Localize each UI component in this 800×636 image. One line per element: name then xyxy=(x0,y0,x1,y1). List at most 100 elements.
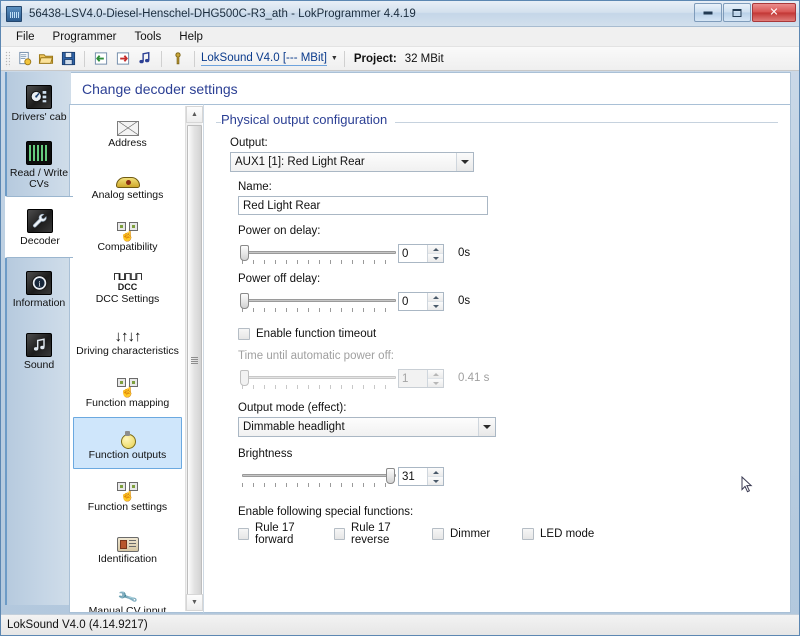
specials-row: Rule 17 forward Rule 17 reverse Dimmer L… xyxy=(238,522,778,546)
brightness-slider[interactable] xyxy=(238,466,398,492)
nav-item-function-mapping[interactable]: ☝ Function mapping xyxy=(73,365,182,417)
id-card-icon xyxy=(116,530,139,552)
nav-item-compatibility[interactable]: ☝ Compatibility xyxy=(73,209,182,261)
scroll-down-button[interactable]: ▼ xyxy=(186,594,203,611)
nav-item-manual-cv-input[interactable]: 🔧 Manual CV input xyxy=(73,573,182,613)
sound-transfer-icon[interactable] xyxy=(135,49,155,69)
menu-bar: File Programmer Tools Help xyxy=(1,27,799,47)
nav-item-driving-characteristics[interactable]: ↓↑↓↑ Driving characteristics xyxy=(73,313,182,365)
specials-label: Enable following special functions: xyxy=(238,506,414,518)
function-timeout-checkbox-row[interactable]: Enable function timeout xyxy=(238,328,778,340)
music-note-icon xyxy=(25,332,53,358)
settings-wrench-icon[interactable] xyxy=(168,49,188,69)
new-file-icon[interactable] xyxy=(14,49,34,69)
led-mode-checkbox-row[interactable]: LED mode xyxy=(522,522,594,546)
nav-item-address[interactable]: Address xyxy=(73,105,182,157)
power-on-delay-unit: 0s xyxy=(458,247,471,259)
brightness-spinner[interactable]: 31 xyxy=(398,467,444,486)
sidebar-item-information[interactable]: i Information xyxy=(7,258,71,320)
scroll-thumb[interactable] xyxy=(187,125,202,595)
power-off-delay-label: Power off delay: xyxy=(238,273,321,285)
dimmer-checkbox[interactable] xyxy=(432,528,444,540)
toolbar-grip[interactable] xyxy=(5,50,10,67)
auto-power-off-unit: 0.41 s xyxy=(458,372,490,384)
close-button[interactable]: ✕ xyxy=(752,3,796,22)
nav-item-identification[interactable]: Identification xyxy=(73,521,182,573)
toolbar-separator-2 xyxy=(161,50,162,67)
auto-power-off-value: 1 xyxy=(402,372,409,385)
name-label: Name: xyxy=(238,181,272,193)
spinner-up-button[interactable] xyxy=(428,468,443,476)
power-on-delay-slider[interactable] xyxy=(238,243,398,269)
project-value: 32 MBit xyxy=(404,52,444,65)
spinner-down-button[interactable] xyxy=(428,476,443,485)
toolbar: LokSound V4.0 [--- MBit] ▼ Project: 32 M… xyxy=(1,47,799,71)
menu-help[interactable]: Help xyxy=(170,29,212,45)
dimmer-label: Dimmer xyxy=(450,528,491,540)
status-text: LokSound V4.0 (4.14.9217) xyxy=(7,619,148,631)
menu-programmer[interactable]: Programmer xyxy=(44,29,126,45)
decoder-type-link[interactable]: LokSound V4.0 [--- MBit] xyxy=(201,52,327,66)
potentiometer-icon xyxy=(115,166,140,188)
nav-item-dcc-settings[interactable]: ⊓⊔⊓⊔⊓ DCC DCC Settings xyxy=(73,261,182,313)
power-on-delay-row: 0 0s xyxy=(238,240,778,269)
page-header-strip: Change decoder settings xyxy=(69,72,791,104)
sidebar-label-decoder: Decoder xyxy=(20,234,60,247)
minimize-button[interactable] xyxy=(694,3,722,22)
slider-ticks xyxy=(242,385,396,389)
output-mode-value: Dimmable headlight xyxy=(243,421,345,433)
spinner-buttons xyxy=(427,245,443,262)
rule17-reverse-checkbox-row[interactable]: Rule 17 reverse xyxy=(334,522,424,546)
output-select[interactable]: AUX1 [1]: Red Light Rear xyxy=(230,152,474,172)
function-timeout-checkbox[interactable] xyxy=(238,328,250,340)
spinner-down-button[interactable] xyxy=(428,301,443,310)
dimmer-checkbox-row[interactable]: Dimmer xyxy=(432,522,522,546)
spinner-up-button[interactable] xyxy=(428,245,443,253)
sidebar-item-read-write-cvs[interactable]: Read / Write CVs xyxy=(7,134,71,196)
output-mode-label: Output mode (effect): xyxy=(238,402,347,414)
nav-label-analog-settings: Analog settings xyxy=(91,188,164,201)
power-off-delay-value: 0 xyxy=(402,295,409,308)
power-off-delay-slider[interactable] xyxy=(238,291,398,317)
rule17-forward-checkbox-row[interactable]: Rule 17 forward xyxy=(238,522,328,546)
lightbulb-icon xyxy=(121,426,136,449)
nav-scrollbar[interactable]: ▲ ▼ xyxy=(185,106,203,611)
nav-label-address: Address xyxy=(108,136,147,149)
slider-thumb[interactable] xyxy=(240,245,249,261)
menu-file[interactable]: File xyxy=(7,29,44,45)
write-decoder-icon[interactable] xyxy=(113,49,133,69)
groupbox-title: Physical output configuration xyxy=(221,112,396,127)
auto-power-off-row: 1 0.41 s xyxy=(238,365,778,394)
brightness-label: Brightness xyxy=(238,448,293,460)
rule17-reverse-checkbox[interactable] xyxy=(334,528,345,540)
sidebar-item-decoder[interactable]: Decoder xyxy=(5,196,73,258)
led-mode-checkbox[interactable] xyxy=(522,528,534,540)
save-icon[interactable] xyxy=(58,49,78,69)
info-icon: i xyxy=(25,270,53,296)
maximize-button[interactable] xyxy=(723,3,751,22)
rule17-forward-checkbox[interactable] xyxy=(238,528,249,540)
spinner-up-button[interactable] xyxy=(428,293,443,301)
auto-power-off-spinner: 1 xyxy=(398,369,444,388)
title-bar: 56438-LSV4.0-Diesel-Henschel-DHG500C-R3_… xyxy=(1,1,799,27)
read-decoder-icon[interactable] xyxy=(91,49,111,69)
nav-item-function-settings[interactable]: ☝ Function settings xyxy=(73,469,182,521)
nav-item-function-outputs[interactable]: Function outputs xyxy=(73,417,182,469)
spinner-down-button[interactable] xyxy=(428,253,443,262)
name-input[interactable]: Red Light Rear xyxy=(238,196,488,215)
power-on-delay-spinner[interactable]: 0 xyxy=(398,244,444,263)
groupbox-body: Output: AUX1 [1]: Red Light Rear Name: R… xyxy=(216,113,778,546)
physical-output-groupbox: Physical output configuration Output: AU… xyxy=(216,112,778,546)
sidebar-item-drivers-cab[interactable]: Drivers' cab xyxy=(7,72,71,134)
sidebar-item-sound[interactable]: Sound xyxy=(7,320,71,382)
decoder-dropdown-icon[interactable]: ▼ xyxy=(331,55,338,62)
power-off-delay-spinner[interactable]: 0 xyxy=(398,292,444,311)
slider-thumb[interactable] xyxy=(386,468,395,484)
scroll-up-button[interactable]: ▲ xyxy=(186,106,203,123)
nav-item-analog-settings[interactable]: Analog settings xyxy=(73,157,182,209)
slider-thumb[interactable] xyxy=(240,293,249,309)
output-mode-select[interactable]: Dimmable headlight xyxy=(238,417,496,437)
nav-label-manual-cv-input: Manual CV input xyxy=(88,604,167,613)
open-folder-icon[interactable] xyxy=(36,49,56,69)
menu-tools[interactable]: Tools xyxy=(125,29,170,45)
